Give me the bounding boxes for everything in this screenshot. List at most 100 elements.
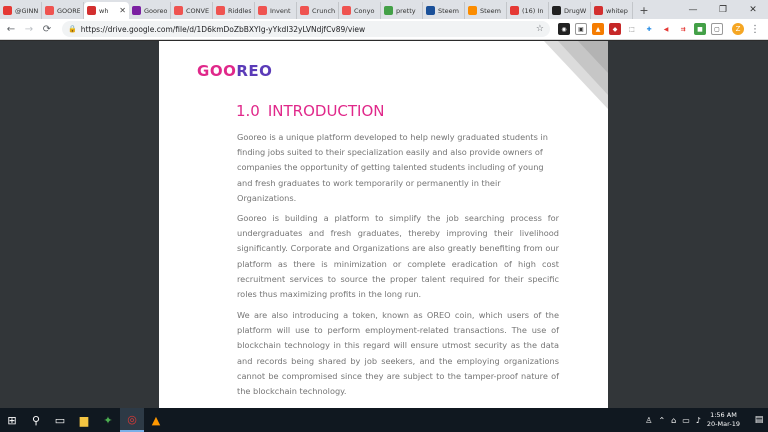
reload-icon[interactable]: ⟳: [40, 22, 54, 36]
pdf-favicon-icon: [87, 6, 96, 15]
section-heading: 1.0 INTRODUCTION: [236, 102, 385, 120]
tab-label: Crunch: [312, 6, 335, 15]
steemit-favicon-icon: [258, 6, 267, 15]
browser-tab[interactable]: Riddles: [213, 2, 255, 19]
profile-avatar[interactable]: Z: [732, 23, 744, 35]
paragraph-3: We are also introducing a token, known a…: [237, 310, 559, 397]
chrome-icon[interactable]: ◎: [120, 408, 144, 432]
system-tray: ♙ ⌃ ⌂ ▭ ♪ 1:56 AM 20-Mar-19 ▤: [645, 408, 768, 432]
steemit-favicon-icon: [342, 6, 351, 15]
battery-icon[interactable]: ▭: [682, 416, 690, 425]
extension-icon-6[interactable]: ✚: [643, 23, 655, 35]
steemit-favicon-icon: [45, 6, 54, 15]
steem-favicon-icon: [426, 6, 435, 15]
tab-label: DrugW: [564, 6, 587, 15]
smile-favicon-icon: [468, 6, 477, 15]
extension-icon-2[interactable]: ▣: [575, 23, 587, 35]
paragraph-1: Gooreo is a unique platform developed to…: [237, 132, 548, 203]
tab-label: Gooreo: [144, 6, 167, 15]
extension-icons: ◉ ▣ ▲ ◆ ⬚ ✚ ◀ ⇉ ■ ▢: [558, 23, 728, 35]
browser-tab[interactable]: whitep: [591, 2, 633, 19]
extension-icon-10[interactable]: ▢: [711, 23, 723, 35]
clock-time: 1:56 AM: [710, 411, 737, 419]
extension-icon-5[interactable]: ⬚: [626, 23, 638, 35]
close-window-button[interactable]: ✕: [738, 0, 768, 19]
extension-icon-8[interactable]: ⇉: [677, 23, 689, 35]
youtube-favicon-icon: [510, 6, 519, 15]
link-favicon-icon: [132, 6, 141, 15]
gooreo-logo: GOOREO: [197, 62, 273, 80]
page-corner-decoration: [544, 41, 608, 109]
steemit-favicon-icon: [216, 6, 225, 15]
notifications-icon[interactable]: ▤: [750, 415, 768, 425]
tab-label: Steem: [480, 6, 502, 15]
browser-tab[interactable]: (16) In: [507, 2, 549, 19]
tab-label: wh: [99, 6, 109, 15]
address-bar[interactable]: 🔒 https://drive.google.com/file/d/1D6kmD…: [62, 21, 550, 37]
browser-tab[interactable]: Steem: [423, 2, 465, 19]
pdf-viewer: GOOREO 1.0 INTRODUCTION Gooreo is a uniqu…: [0, 41, 768, 408]
clock[interactable]: 1:56 AM 20-Mar-19: [707, 411, 740, 429]
more-menu-icon[interactable]: ⋮: [750, 24, 760, 35]
browser-tab[interactable]: Steem: [465, 2, 507, 19]
extension-icon-3[interactable]: ▲: [592, 23, 604, 35]
show-hidden-icons-icon[interactable]: ⌃: [658, 416, 665, 425]
tab-label: whitep: [606, 6, 628, 15]
minimize-button[interactable]: —: [678, 0, 708, 19]
window-controls: — ❐ ✕: [678, 0, 768, 19]
people-icon[interactable]: ♙: [645, 416, 652, 425]
steemit-favicon-icon: [174, 6, 183, 15]
windows-taskbar: ⊞ ⚲ ▭ ▆ ✦ ◎ ▲ ♙ ⌃ ⌂ ▭ ♪ 1:56 AM 20-Mar-1…: [0, 408, 768, 432]
browser-tab[interactable]: Crunch: [297, 2, 339, 19]
tab-label: pretty: [396, 6, 416, 15]
browser-tab[interactable]: Gooreo: [129, 2, 171, 19]
browser-tab[interactable]: DrugW: [549, 2, 591, 19]
volume-icon[interactable]: ♪: [696, 416, 701, 425]
search-icon[interactable]: ⚲: [24, 408, 48, 432]
maximize-button[interactable]: ❐: [708, 0, 738, 19]
browser-tab[interactable]: Invent: [255, 2, 297, 19]
extension-icon-9[interactable]: ■: [694, 23, 706, 35]
browser-tab[interactable]: wh ✕: [84, 2, 129, 19]
lock-icon: 🔒: [68, 25, 77, 33]
close-tab-icon[interactable]: ✕: [119, 6, 126, 15]
section-title-text: INTRODUCTION: [267, 102, 385, 120]
app-icon[interactable]: ✦: [96, 408, 120, 432]
browser-tab[interactable]: GOOREO: [42, 2, 84, 19]
tab-strip: @GINN GOOREO wh ✕ Gooreo CONVE Riddles Invent Cr…: [0, 0, 768, 19]
dw-favicon-icon: [552, 6, 561, 15]
url-text: https://drive.google.com/file/d/1D6kmDoZ…: [80, 24, 366, 34]
file-explorer-icon[interactable]: ▆: [72, 408, 96, 432]
bookmark-star-icon[interactable]: ☆: [536, 24, 544, 34]
green-favicon-icon: [384, 6, 393, 15]
browser-toolbar: ← → ⟳ 🔒 https://drive.google.com/file/d/…: [0, 19, 768, 40]
task-view-icon[interactable]: ▭: [48, 408, 72, 432]
pdf-favicon-icon: [3, 6, 12, 15]
browser-tab[interactable]: pretty: [381, 2, 423, 19]
windows-start-icon[interactable]: ⊞: [0, 408, 24, 432]
tab-label: Conyo: [354, 6, 375, 15]
browser-tab[interactable]: @GINN: [0, 2, 42, 19]
vlc-icon[interactable]: ▲: [144, 408, 168, 432]
back-arrow-icon[interactable]: ←: [4, 22, 18, 36]
section-number: 1.0: [236, 102, 260, 120]
extension-icon-4[interactable]: ◆: [609, 23, 621, 35]
new-tab-button[interactable]: +: [636, 2, 652, 19]
browser-tab[interactable]: Conyo: [339, 2, 381, 19]
forward-arrow-icon[interactable]: →: [22, 22, 36, 36]
tab-label: GOOREO: [57, 6, 80, 15]
tab-label: Riddles: [228, 6, 251, 15]
clock-date: 20-Mar-19: [706, 420, 740, 428]
steemit-favicon-icon: [300, 6, 309, 15]
extension-icon-7[interactable]: ◀: [660, 23, 672, 35]
tab-label: Invent: [270, 6, 291, 15]
network-icon[interactable]: ⌂: [671, 416, 676, 425]
extension-icon-1[interactable]: ◉: [558, 23, 570, 35]
tab-label: CONVE: [186, 6, 209, 15]
tab-label: (16) In: [522, 6, 544, 15]
tab-label: @GINN: [15, 6, 38, 15]
browser-tab[interactable]: CONVE: [171, 2, 213, 19]
pdf-page: GOOREO 1.0 INTRODUCTION Gooreo is a uniqu…: [159, 41, 608, 408]
paragraph-2: Gooreo is building a platform to simplif…: [237, 213, 559, 300]
pdf-favicon-icon: [594, 6, 603, 15]
